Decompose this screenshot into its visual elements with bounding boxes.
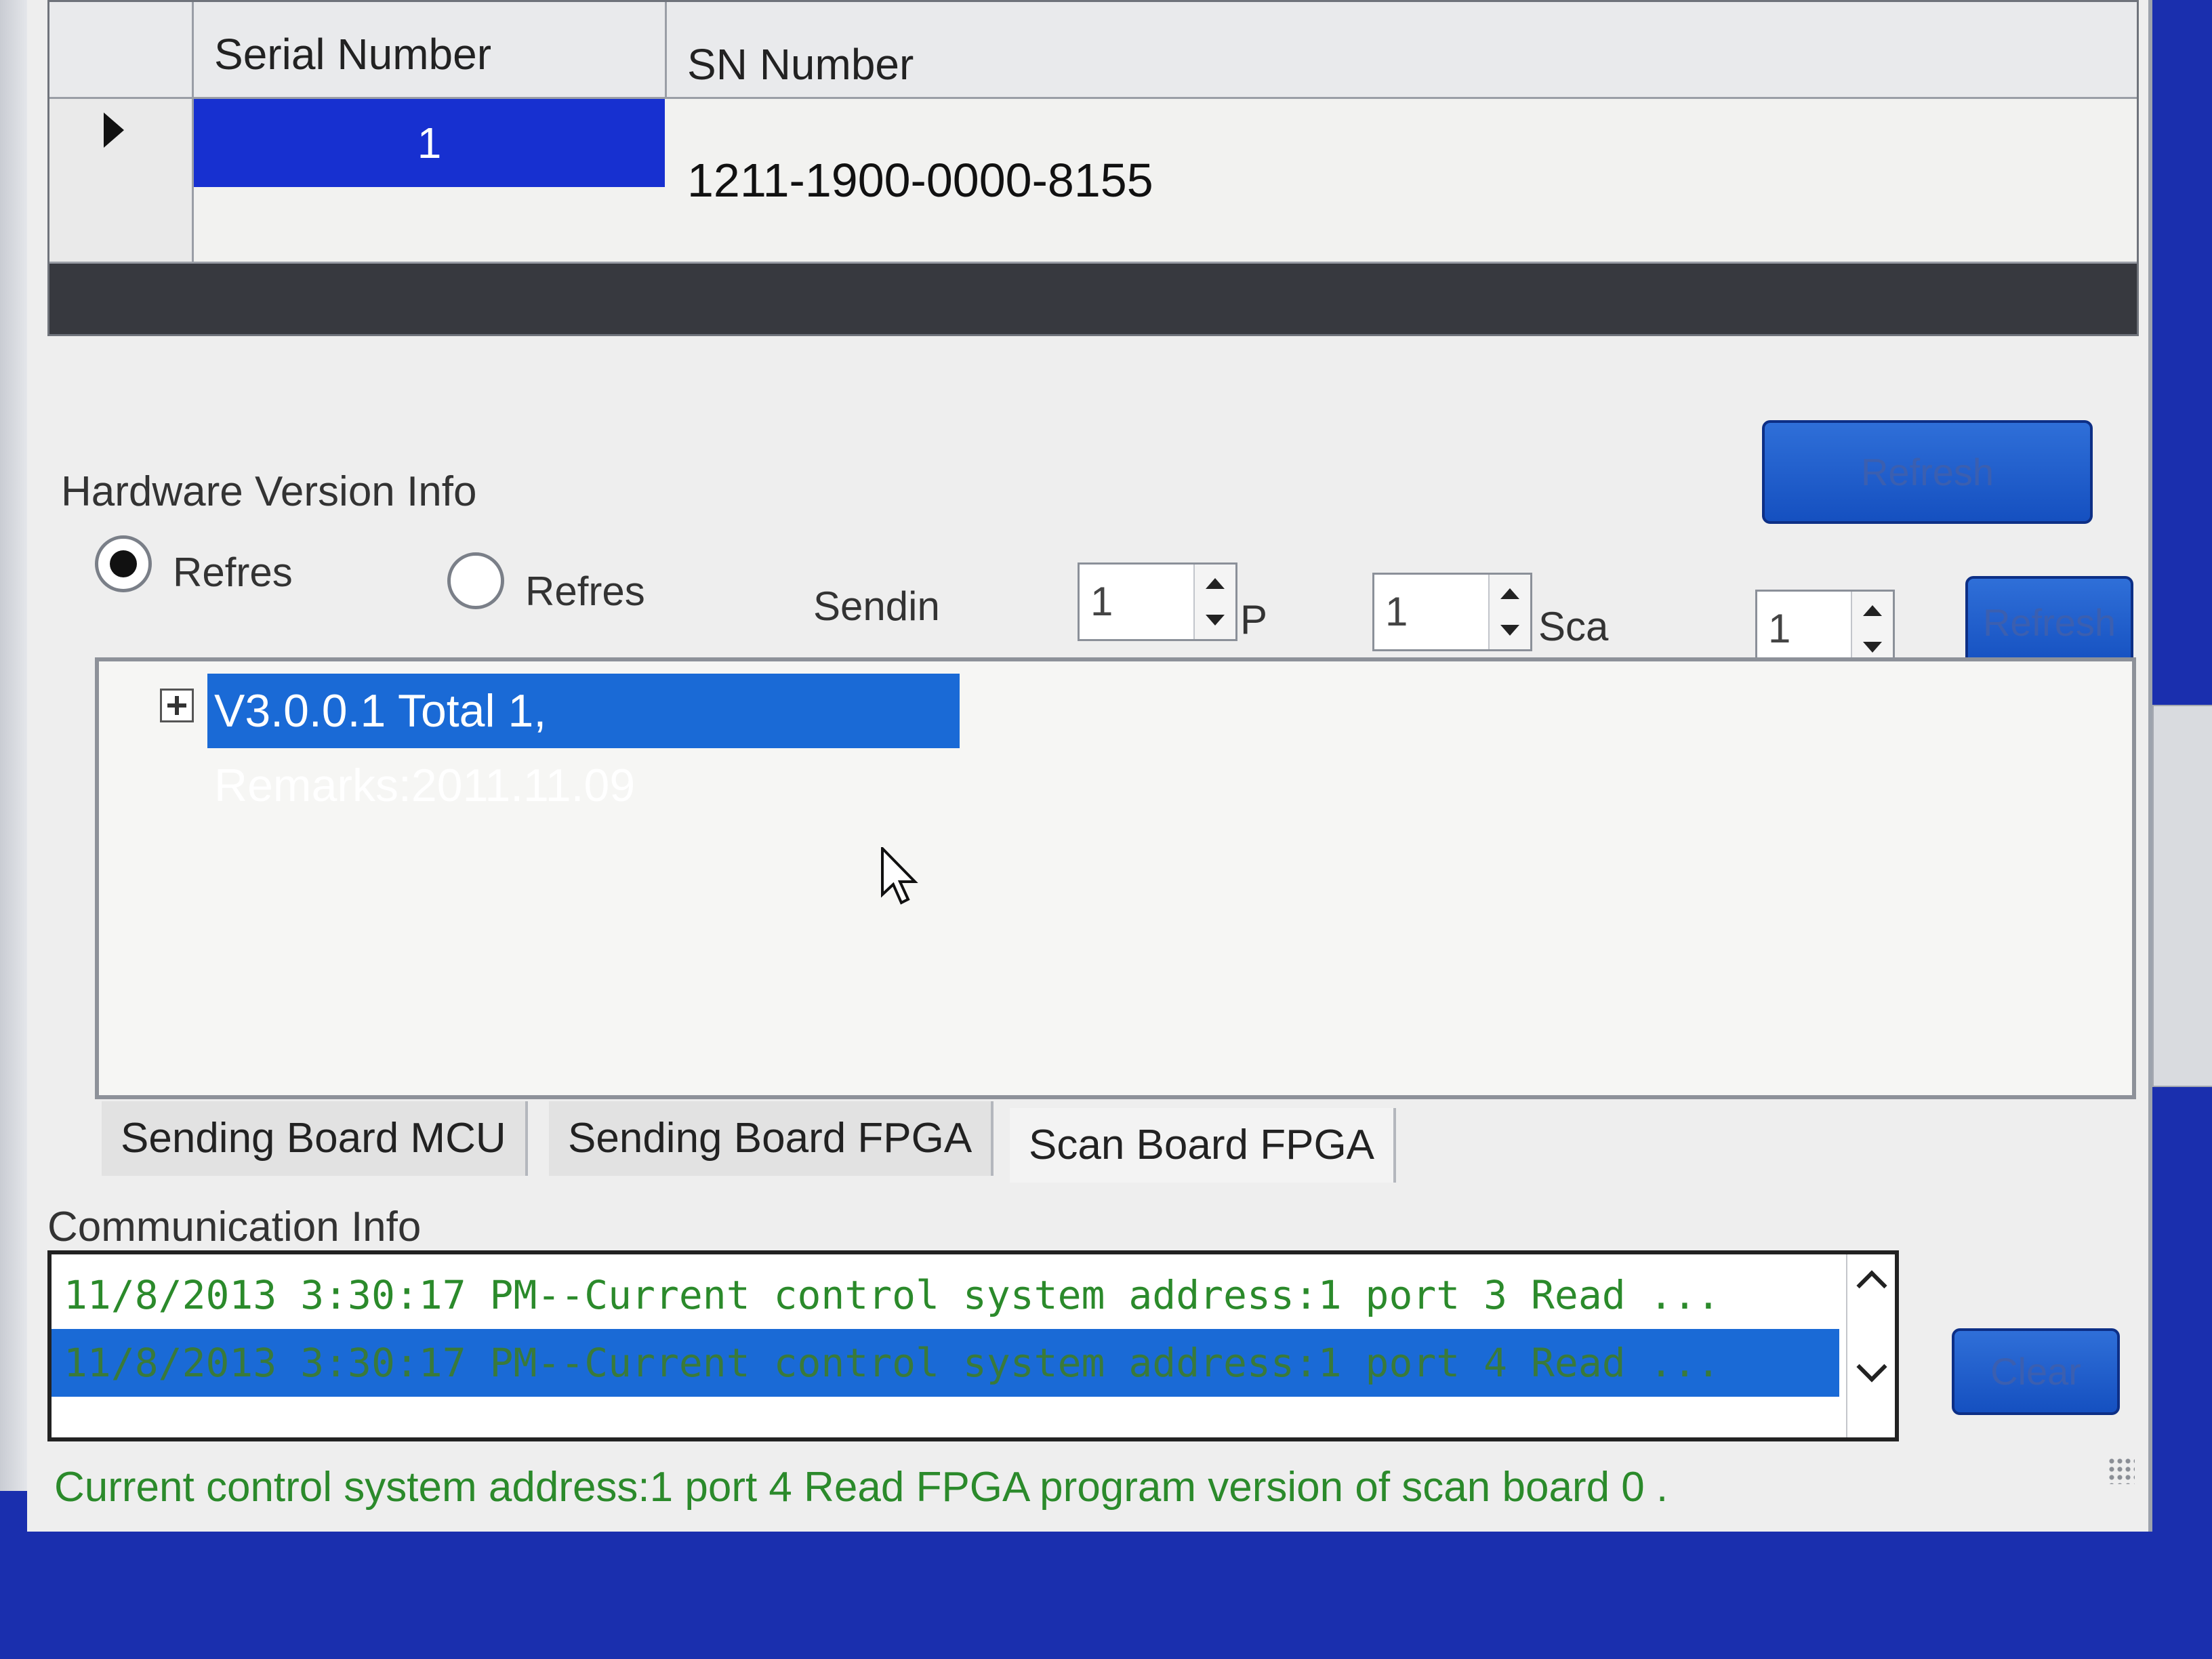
refresh-hardware-button[interactable]: Refresh [1965, 576, 2133, 670]
refresh-mode-radio-1[interactable] [95, 535, 152, 592]
arrow-up-icon[interactable] [1500, 588, 1519, 599]
status-bar-text: Current control system address:1 port 4 … [54, 1464, 1668, 1511]
refresh-mode-radio-1-label[interactable]: Refres [173, 549, 293, 596]
tree-node-version[interactable]: V3.0.0.1 Total 1, Remarks:2011.11.09 [207, 674, 960, 811]
resize-grip-icon[interactable] [2108, 1457, 2135, 1484]
tab-scan-board-fpga[interactable]: Scan Board FPGA [1010, 1108, 1397, 1183]
chevron-up-icon[interactable] [1856, 1270, 1887, 1301]
arrow-down-icon[interactable] [1863, 642, 1882, 653]
sn-number-cell[interactable]: 1211-1900-0000-8155 [667, 99, 2137, 262]
port-stepper[interactable]: 1 [1372, 573, 1532, 651]
tab-sending-board-mcu[interactable]: Sending Board MCU [102, 1101, 528, 1176]
list-item-selected[interactable]: 11/8/2013 3:30:17 PM--Current control sy… [52, 1329, 1839, 1397]
arrow-up-icon[interactable] [1863, 605, 1882, 616]
expand-plus-icon[interactable] [160, 689, 194, 722]
scan-board-stepper[interactable]: 1 [1755, 590, 1895, 668]
refresh-mode-radio-2[interactable] [447, 552, 504, 609]
arrow-up-icon[interactable] [1206, 578, 1225, 589]
column-header-sn-number[interactable]: SN Number [667, 2, 2137, 97]
column-header-serial-number[interactable]: Serial Number [194, 2, 667, 97]
refresh-mode-radio-2-label[interactable]: Refres [525, 568, 645, 615]
arrow-down-icon[interactable] [1500, 625, 1519, 636]
stepper-buttons[interactable] [1851, 592, 1893, 666]
scan-board-value: 1 [1768, 606, 1791, 651]
sn-number-value: 1211-1900-0000-8155 [687, 154, 1153, 207]
log-scrollbar[interactable] [1846, 1254, 1895, 1437]
port-label: P [1240, 597, 1268, 642]
list-item[interactable]: 11/8/2013 3:30:17 PM--Current control sy… [52, 1261, 1839, 1329]
stepper-buttons[interactable] [1193, 565, 1235, 639]
scan-board-label: Sca [1538, 604, 1609, 649]
sending-board-value: 1 [1090, 579, 1113, 624]
desktop-edge [0, 0, 27, 1491]
stepper-buttons[interactable] [1488, 575, 1530, 649]
sending-board-label: Sendin [813, 583, 940, 629]
main-window: Serial Number SN Number 1 1211-1900-0000… [27, 0, 2152, 1532]
sn-grid: Serial Number SN Number 1 1211-1900-0000… [47, 0, 2139, 336]
communication-info-title: Communication Info [47, 1204, 422, 1250]
sn-grid-header: Serial Number SN Number [49, 2, 2137, 99]
grid-corner [49, 2, 194, 97]
row-indicator [49, 99, 194, 262]
communication-log-list[interactable]: 11/8/2013 3:30:17 PM--Current control sy… [47, 1250, 1899, 1441]
hardware-version-tree[interactable]: V3.0.0.1 Total 1, Remarks:2011.11.09 [95, 657, 2136, 1099]
hardware-version-info-title: Hardware Version Info [61, 468, 477, 515]
arrow-down-icon[interactable] [1206, 615, 1225, 626]
tab-sending-board-fpga[interactable]: Sending Board FPGA [549, 1101, 994, 1176]
chevron-down-icon[interactable] [1856, 1351, 1887, 1382]
clear-log-button[interactable]: Clear [1952, 1328, 2120, 1415]
refresh-sn-button[interactable]: Refresh [1762, 420, 2093, 524]
port-value: 1 [1385, 589, 1408, 634]
mouse-cursor-icon [881, 847, 918, 905]
serial-number-cell[interactable]: 1 [194, 99, 665, 187]
row-pointer-icon [104, 112, 124, 148]
background-window-edge [2152, 705, 2212, 1087]
table-row[interactable]: 1 1211-1900-0000-8155 [49, 99, 2137, 264]
sending-board-stepper[interactable]: 1 [1078, 562, 1237, 641]
